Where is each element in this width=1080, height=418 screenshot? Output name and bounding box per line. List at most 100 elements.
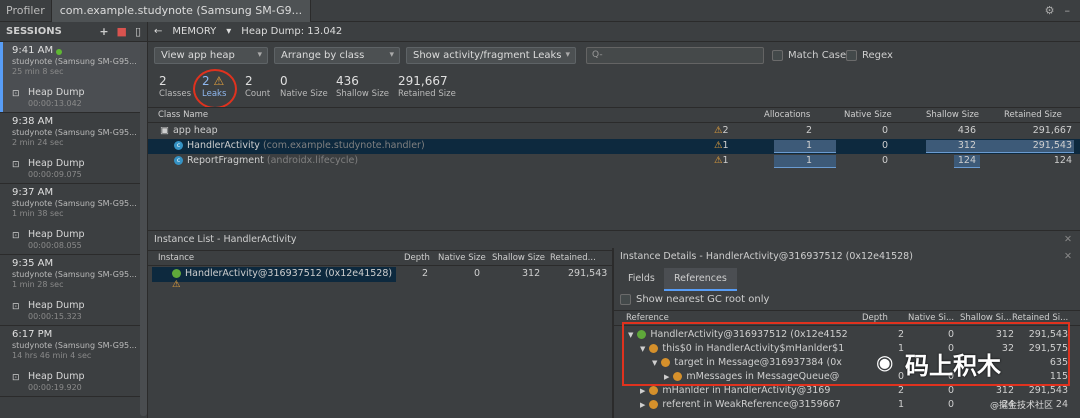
match-case-label: Match Case <box>788 50 847 61</box>
heap-dump-icon: ⊡ <box>12 373 20 383</box>
heap-dump-label: Heap Dump <box>28 229 85 240</box>
close-icon[interactable]: ✕ <box>1064 248 1072 266</box>
col-native-size[interactable]: Native Size <box>844 110 892 120</box>
warning-icon: ⚠ <box>714 155 723 166</box>
tab-fields[interactable]: Fields <box>628 273 655 284</box>
stat-shallow-size: 436 Shallow Size <box>336 74 390 99</box>
leaks-select[interactable]: Show activity/fragment Leaks <box>406 47 576 64</box>
collapse-icon[interactable]: ▯ <box>135 25 141 38</box>
reference-row[interactable]: ▶ mHanlder in HandlerActivity@3169 2 0 31… <box>614 384 1080 399</box>
instance-list-title: Instance List - HandlerActivity <box>154 234 297 245</box>
gear-icon[interactable]: ⚙ <box>1045 4 1055 17</box>
allocations-value: 1 <box>805 155 812 166</box>
leak-count: 1 <box>722 140 729 151</box>
minimize-icon[interactable]: – <box>1065 4 1071 17</box>
native-value: 0 <box>947 385 954 396</box>
shallow-size-value: 436 <box>957 125 976 136</box>
warning-icon: ⚠ <box>172 279 181 290</box>
match-case-checkbox[interactable]: Match Case <box>772 50 846 61</box>
instance-row-values[interactable]: 2 0 312 291,543 <box>396 267 608 282</box>
class-package: (androidx.lifecycle) <box>266 155 359 166</box>
stat-count: 2 Count <box>245 74 271 99</box>
heap-dump-time: 00:00:08.055 <box>28 241 82 250</box>
add-session-icon[interactable]: + <box>99 25 108 38</box>
session-tab[interactable]: com.example.studynote (Samsung SM-G9... <box>50 0 312 22</box>
reference-name: mHanlder in HandlerActivity@3169 <box>662 385 831 396</box>
session-item[interactable]: 6:17 PM studynote (Samsung SM-G95... 14 … <box>0 326 147 397</box>
col-class-name[interactable]: Class Name <box>158 110 208 120</box>
session-item[interactable]: 9:37 AM studynote (Samsung SM-G95... 1 m… <box>0 184 147 255</box>
class-row[interactable]: c ReportFragment (androidx.lifecycle) ⚠1 … <box>148 154 1080 169</box>
col-allocations[interactable]: Allocations <box>764 110 810 120</box>
instance-row[interactable]: HandlerActivity@316937512 (0x12e41528) ⚠ <box>152 267 396 290</box>
session-duration: 2 min 24 sec <box>12 138 64 147</box>
heap-dump-item[interactable]: ⊡ Heap Dump 00:00:19.920 <box>12 364 147 396</box>
expand-arrow-icon[interactable]: ▶ <box>640 401 645 409</box>
tab-references[interactable]: References <box>664 268 737 291</box>
class-row[interactable]: c HandlerActivity (com.example.studynote.… <box>148 139 1080 154</box>
folder-icon: ▣ <box>160 125 169 136</box>
session-duration: 14 hrs 46 min 4 sec <box>12 351 92 360</box>
sessions-scrollbar[interactable] <box>140 44 147 416</box>
search-input[interactable]: Q- <box>586 47 764 64</box>
sessions-header: SESSIONS + ■ ▯ <box>0 22 147 42</box>
depth-value: 1 <box>897 399 904 410</box>
top-bar: Profiler com.example.studynote (Samsung … <box>0 0 1080 22</box>
back-icon[interactable]: ← <box>154 26 162 37</box>
memory-label[interactable]: MEMORY <box>172 26 216 37</box>
shallow-size-value: 124 <box>957 155 976 166</box>
session-duration: 1 min 28 sec <box>12 280 64 289</box>
class-name: app heap <box>172 125 218 136</box>
expand-arrow-icon[interactable]: ▶ <box>640 387 645 395</box>
filter-bar: View app heap Arrange by class Show acti… <box>148 44 1080 68</box>
class-name: HandlerActivity <box>187 140 260 151</box>
heap-dump-icon: ⊡ <box>12 160 20 170</box>
regex-checkbox[interactable]: Regex <box>846 50 893 61</box>
heap-dump-item[interactable]: ⊡ Heap Dump 00:00:09.075 <box>12 151 147 183</box>
heap-dump-label: Heap Dump <box>28 300 85 311</box>
chevron-down-icon[interactable]: ▾ <box>226 26 231 37</box>
instance-details-title: Instance Details - HandlerActivity@31693… <box>620 251 913 262</box>
class-table-header: Class Name Allocations Native Size Shall… <box>148 107 1080 123</box>
instance-table-header: Instance Depth Native Size Shallow Size … <box>148 250 612 266</box>
session-item[interactable]: 9:41 AM studynote (Samsung SM-G95... 25 … <box>0 42 147 113</box>
native-size-value: 0 <box>881 155 888 166</box>
heap-dump-icon: ⊡ <box>12 302 20 312</box>
close-icon[interactable]: ✕ <box>1064 231 1072 249</box>
session-time: 9:37 AM <box>12 187 54 198</box>
retained-size-value: 291,543 <box>1032 140 1072 151</box>
native-size-value: 0 <box>881 140 888 151</box>
col-retained-size[interactable]: Retained Size <box>1004 110 1062 120</box>
session-device: studynote (Samsung SM-G95... <box>12 341 137 350</box>
leak-count: 1 <box>722 155 729 166</box>
heap-dump-item[interactable]: ⊡ Heap Dump 00:00:08.055 <box>12 222 147 254</box>
session-time: 6:17 PM <box>12 329 53 340</box>
reference-icon <box>649 386 659 395</box>
session-duration: 1 min 38 sec <box>12 209 64 218</box>
instance-list-header: Instance List - HandlerActivity ✕ <box>148 230 1080 248</box>
profiler-title: Profiler <box>6 4 45 17</box>
heap-select[interactable]: View app heap <box>154 47 268 64</box>
shallow-value: 312 <box>995 385 1014 396</box>
heap-dump-item[interactable]: ⊡ Heap Dump 00:00:15.323 <box>12 293 147 325</box>
heap-dump-icon: ⊡ <box>12 231 20 241</box>
session-device: studynote (Samsung SM-G95... <box>12 128 137 137</box>
session-duration: 25 min 8 sec <box>12 67 64 76</box>
col-shallow-size[interactable]: Shallow Size <box>926 110 979 120</box>
stop-icon[interactable]: ■ <box>117 25 127 38</box>
class-row[interactable]: ▣ app heap ⚠2 2 0 436 291,667 <box>148 124 1080 139</box>
session-item[interactable]: 9:35 AM studynote (Samsung SM-G95... 1 m… <box>0 255 147 326</box>
reference-name: referent in WeakReference@3159667 <box>662 399 841 410</box>
reference-icon <box>649 400 659 409</box>
session-item[interactable]: 9:38 AM studynote (Samsung SM-G95... 2 m… <box>0 113 147 184</box>
instance-icon <box>172 269 181 278</box>
stat-classes: 2 Classes <box>159 74 192 99</box>
session-device: studynote (Samsung SM-G95... <box>12 270 137 279</box>
session-device: studynote (Samsung SM-G95... <box>12 199 137 208</box>
heap-dump-item[interactable]: ⊡ Heap Dump 00:00:13.042 <box>12 80 147 112</box>
native-value: 0 <box>947 399 954 410</box>
arrange-select[interactable]: Arrange by class <box>274 47 400 64</box>
gc-root-checkbox[interactable]: Show nearest GC root only <box>620 294 769 305</box>
heap-dump-label: Heap Dump <box>28 87 85 98</box>
watermark-text: 码上积木 <box>905 352 1001 380</box>
